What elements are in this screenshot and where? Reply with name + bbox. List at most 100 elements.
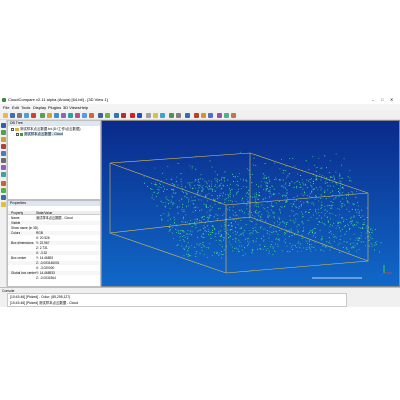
property-key: Colors (11, 231, 21, 235)
menu-edit[interactable]: Edit (12, 105, 19, 110)
iso-view-2-icon[interactable] (1, 172, 6, 177)
console-output: [10:43:46] [Picked] - Color: (85,255,127… (7, 293, 347, 307)
merge-icon[interactable] (17, 113, 22, 118)
property-row[interactable]: Z: 2.731 (8, 246, 100, 250)
save-icon[interactable] (10, 113, 15, 118)
histogram-icon[interactable] (98, 113, 103, 118)
property-value: X: 20.526 (36, 236, 50, 240)
properties-panel: Properties Property State/Value Name 测试样本… (7, 200, 101, 287)
property-key: Name (11, 216, 20, 220)
maximize-icon[interactable]: □ (381, 97, 383, 102)
trihedron-icon (378, 265, 392, 278)
properties-header: Property State/Value (8, 211, 100, 215)
open-icon[interactable] (3, 113, 8, 118)
property-row[interactable]: X: -3.32 (8, 251, 100, 255)
property-row[interactable]: X: -3.020000 (8, 266, 100, 270)
light-icon[interactable] (1, 202, 6, 207)
property-row[interactable]: Visible (8, 221, 100, 225)
properties-title: Properties (8, 201, 100, 206)
checkbox-icon[interactable] (11, 128, 14, 131)
menu-bar: File Edit Tools Display Plugins 3D Views… (0, 104, 400, 111)
3d-view[interactable] (101, 120, 400, 287)
sample-icon[interactable] (61, 113, 66, 118)
property-row[interactable]: Name 测试样本点云数据 - Cloud (8, 216, 100, 220)
main-toolbar (0, 111, 400, 120)
app-icon (2, 98, 6, 102)
subsample-icon[interactable] (68, 113, 73, 118)
plugin-5-icon[interactable] (231, 113, 236, 118)
property-row[interactable]: Colors RGB (8, 231, 100, 235)
bottom-view-icon[interactable] (1, 158, 6, 163)
menu-help[interactable]: Help (80, 105, 88, 110)
property-value: Y: 22.967 (36, 241, 50, 245)
measure-icon[interactable] (160, 113, 165, 118)
header-property: Property (11, 211, 24, 215)
menu-file[interactable]: File (3, 105, 9, 110)
compute-normals-icon[interactable] (75, 113, 80, 118)
back-view-icon[interactable] (1, 144, 6, 149)
title-bar: CloudCompare v2.11 alpha (Anoia) [64-bit… (0, 96, 400, 104)
distance-icon[interactable] (82, 113, 87, 118)
plugin-3-icon[interactable] (217, 113, 222, 118)
property-row[interactable]: Global box center Y: 14.468933 (8, 271, 100, 275)
right-view-icon[interactable] (1, 151, 6, 156)
menu-tools[interactable]: Tools (21, 105, 30, 110)
perspective-icon[interactable] (1, 195, 6, 200)
minus-icon[interactable] (137, 113, 142, 118)
align-icon[interactable] (54, 113, 59, 118)
menu-3d-views[interactable]: 3D Views (63, 105, 80, 110)
window-title: CloudCompare v2.11 alpha (Anoia) [64-bit… (8, 97, 108, 102)
left-view-icon[interactable] (1, 137, 6, 142)
menu-plugins[interactable]: Plugins (48, 105, 61, 110)
label-icon[interactable] (153, 113, 158, 118)
property-value: RGB (36, 231, 43, 235)
property-row[interactable]: Z: -0.0031564 (8, 276, 100, 280)
point-picking-icon[interactable] (146, 113, 151, 118)
plugin-2-icon[interactable] (208, 113, 213, 118)
gradient-icon[interactable] (121, 113, 126, 118)
property-value: Y: 14.46893 (36, 256, 54, 260)
clone-icon[interactable] (24, 113, 29, 118)
close-icon[interactable]: ✕ (390, 97, 393, 102)
property-row[interactable]: Z: -0.003146001 (8, 261, 100, 265)
plugin-icon[interactable] (201, 113, 206, 118)
plugin-4-icon[interactable] (224, 113, 229, 118)
property-key: Visible (11, 221, 21, 225)
translate-icon[interactable] (47, 113, 52, 118)
scalar-field-icon[interactable] (89, 113, 94, 118)
view-toolbar (0, 120, 7, 287)
property-row[interactable]: X: 20.526 (8, 236, 100, 240)
mesh-icon[interactable] (194, 113, 199, 118)
console-line: [10:43:46] [Picked] 测试样本点云数据 - Cloud (10, 301, 79, 305)
cross-section-icon[interactable] (114, 113, 119, 118)
db-tree-item-file[interactable]: 测试样本点云数据.txt (D:/工作/点云数据) (20, 127, 80, 131)
checkbox-icon[interactable] (16, 133, 19, 136)
iso-view-icon[interactable] (1, 165, 6, 170)
header-value: State/Value (36, 211, 53, 215)
zoom-icon[interactable] (169, 113, 174, 118)
front-view-icon[interactable] (1, 123, 6, 128)
property-row[interactable]: Box dimensions Y: 22.967 (8, 241, 100, 245)
property-row[interactable]: Box center Y: 14.46893 (8, 256, 100, 260)
delete-icon[interactable] (31, 113, 36, 118)
plus-icon[interactable] (130, 113, 135, 118)
minimize-icon[interactable]: – (372, 97, 374, 102)
property-value: Z: -0.0031564 (36, 276, 56, 280)
camera-icon[interactable] (176, 113, 181, 118)
console-panel: Console [10:43:46] [Picked] - Color: (85… (0, 287, 400, 307)
menu-display[interactable]: Display (33, 105, 46, 110)
point-cloud-icon (20, 133, 23, 136)
top-view-icon[interactable] (1, 130, 6, 135)
filter-icon[interactable] (105, 113, 110, 118)
property-value: Z: -0.003146001 (36, 261, 60, 265)
property-key: Box dimensions (11, 241, 34, 245)
property-value: Z: 2.731 (36, 246, 48, 250)
zoom-fit-icon[interactable] (1, 181, 6, 186)
property-row[interactable]: Show name (in 3D) (8, 226, 100, 230)
pivot-icon[interactable] (1, 188, 6, 193)
python-icon[interactable] (185, 113, 190, 118)
db-tree-item-cloud[interactable]: 测试样本点云数据 - Cloud (24, 132, 63, 136)
db-tree-panel: DB Tree 测试样本点云数据.txt (D:/工作/点云数据) 测试样本点云… (7, 120, 101, 200)
segment-icon[interactable] (40, 113, 45, 118)
property-value: Y: 14.468933 (36, 271, 55, 275)
